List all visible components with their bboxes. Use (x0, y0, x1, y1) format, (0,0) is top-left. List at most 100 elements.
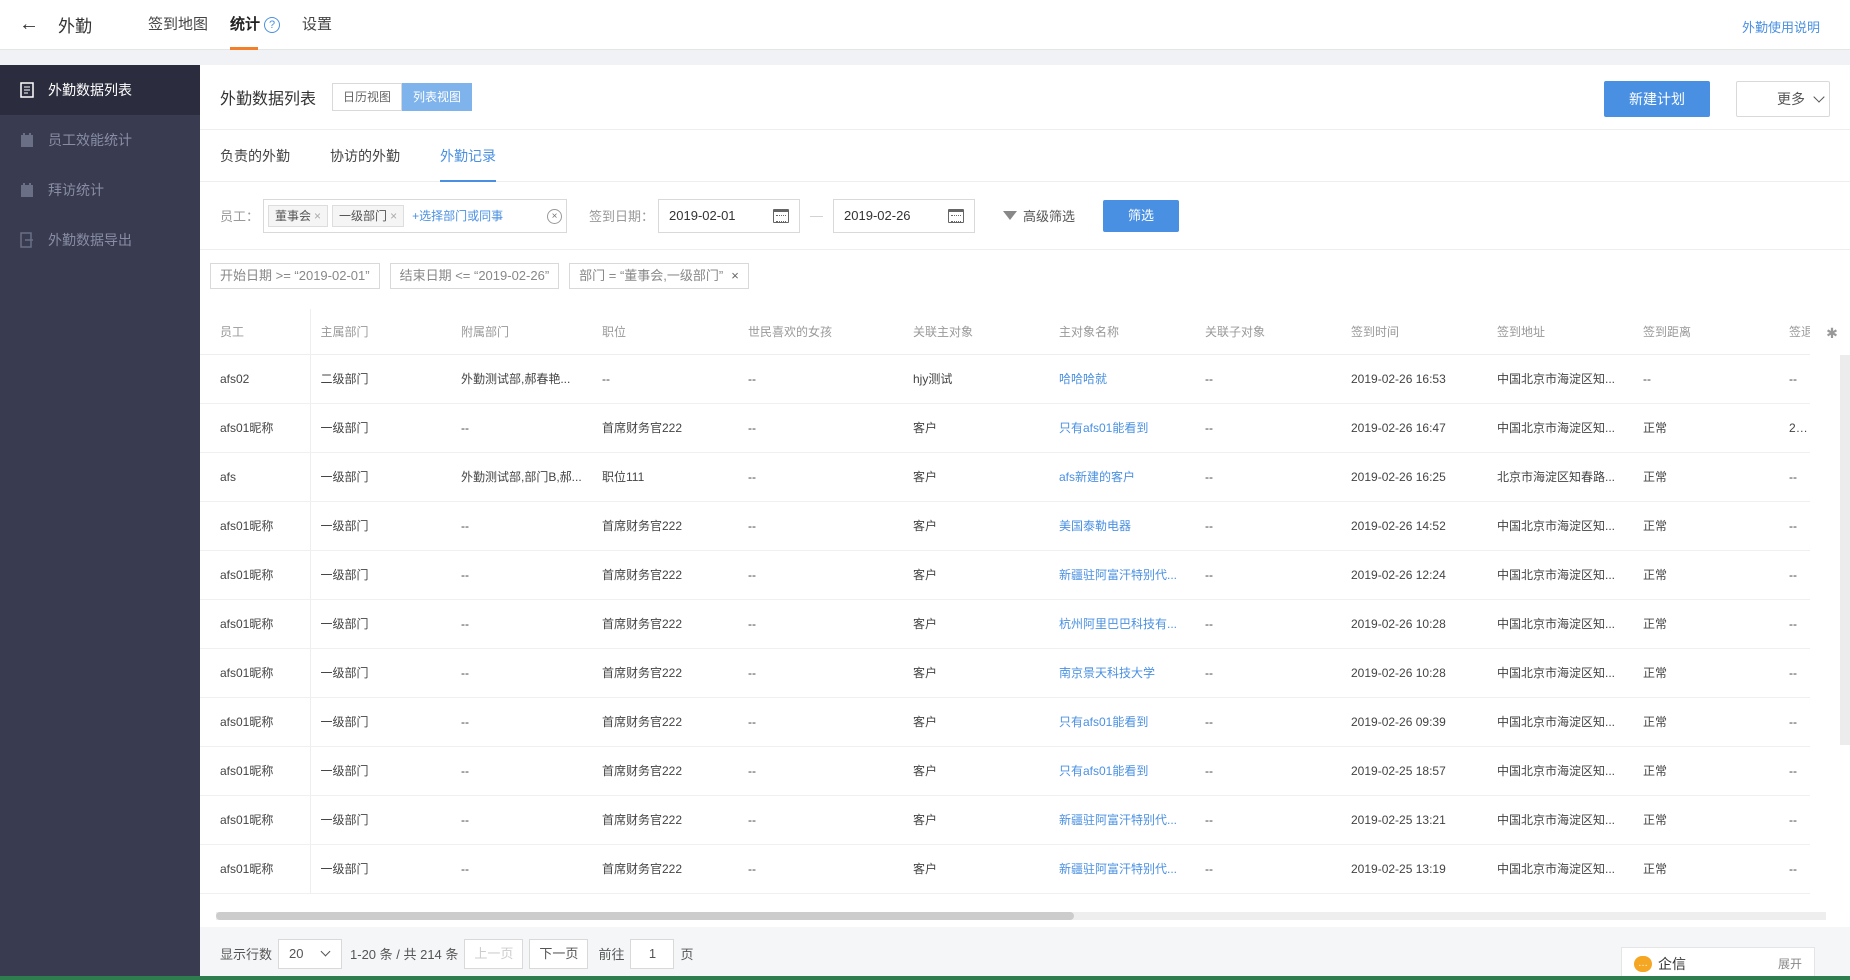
table-cell: 一级部门 (310, 550, 451, 600)
table-cell: -- (1779, 550, 1810, 600)
start-date-input[interactable]: 2019-02-01 (658, 198, 801, 233)
advanced-filter-button[interactable]: 高级筛选 (1003, 206, 1075, 225)
object-name-link[interactable]: 只有afs01能看到 (1049, 697, 1195, 747)
object-name-link[interactable]: 新疆驻阿富汗特别代... (1049, 550, 1195, 600)
table-row[interactable]: afs01昵称 一级部门 -- 首席财务官222 -- 客户 新疆驻阿富汗特别代... -- 2… (200, 844, 1810, 894)
table-cell: 中国北京市海淀区知... (1487, 746, 1633, 796)
help-icon[interactable]: ? (264, 16, 281, 33)
main-panel: 外勤数据列表 日历视图 列表视图 新建计划 更多 负责的外勤 协访的外勤 外勤记… (200, 65, 1850, 980)
table-row[interactable]: afs01昵称 一级部门 -- 首席财务官222 -- 客户 杭州阿里巴巴科技有... -- 2… (200, 599, 1810, 649)
object-name-link[interactable]: 新疆驻阿富汗特别代... (1049, 795, 1195, 845)
table-row[interactable]: afs01昵称 一级部门 -- 首席财务官222 -- 客户 只有afs01能看到 -- 201… (200, 697, 1810, 747)
expand-chat-button[interactable]: 展开 (1778, 955, 1802, 972)
tag-remove-icon[interactable]: × (314, 209, 321, 223)
object-name-link[interactable]: 新疆驻阿富汗特别代... (1049, 844, 1195, 894)
funnel-icon (1003, 211, 1018, 220)
table-cell: 中国北京市海淀区知... (1487, 697, 1633, 747)
horizontal-scrollbar[interactable] (216, 912, 1826, 920)
table-cell: 客户 (903, 599, 1049, 649)
table-cell: 2019-02-25 13:21 (1341, 795, 1487, 845)
table-cell: -- (738, 746, 903, 796)
table-row[interactable]: afs01昵称 一级部门 -- 首席财务官222 -- 客户 只有afs01能看到 -- 201… (200, 746, 1810, 796)
object-name-link[interactable]: 只有afs01能看到 (1049, 403, 1195, 453)
usage-guide-link[interactable]: 外勤使用说明 (1742, 17, 1820, 36)
table-cell: afs01昵称 (200, 550, 311, 600)
filter-button[interactable]: 筛选 (1103, 199, 1180, 232)
tag-remove-icon[interactable]: × (390, 209, 397, 223)
sidebar-item-label: 外勤数据导出 (48, 232, 132, 248)
object-name-link[interactable]: afs新建的客户 (1049, 452, 1195, 502)
chevron-down-icon (320, 946, 331, 956)
table-row[interactable]: afs01昵称 一级部门 -- 首席财务官222 -- 客户 只有afs01能看到 -- 201… (200, 403, 1810, 453)
table-cell: -- (451, 599, 592, 649)
calendar-view-button[interactable]: 日历视图 (332, 83, 403, 111)
column-header: 主属部门 (310, 309, 451, 355)
sidebar-item-efficiency[interactable]: 员工效能统计 (0, 115, 200, 165)
table-row[interactable]: afs 一级部门 外勤测试部,部门B,郝... 职位111 -- 客户 afs新建的客户 --… (200, 452, 1810, 502)
sidebar-item-visit-stats[interactable]: 拜访统计 (0, 165, 200, 215)
table-cell: 外勤测试部,部门B,郝... (451, 452, 592, 502)
nav-sign-map[interactable]: 签到地图 (148, 0, 208, 50)
table-cell: -- (1779, 648, 1810, 698)
table-cell: 一级部门 (310, 746, 451, 796)
table-cell: -- (1195, 844, 1341, 894)
column-settings-icon[interactable]: ✱ (1822, 323, 1842, 343)
table-cell: -- (1779, 354, 1810, 404)
table-cell: 2019-02-26 16:25 (1341, 452, 1487, 502)
object-name-link[interactable]: 哈哈哈就 (1049, 354, 1195, 404)
table-cell: afs01昵称 (200, 501, 311, 551)
end-date-value: 2019-02-26 (844, 207, 911, 223)
object-name-link[interactable]: 美国泰勒电器 (1049, 501, 1195, 551)
table-cell: -- (451, 648, 592, 698)
chat-title: 企信 (1658, 955, 1686, 972)
object-name-link[interactable]: 只有afs01能看到 (1049, 746, 1195, 796)
table-cell: 客户 (903, 550, 1049, 600)
list-view-button[interactable]: 列表视图 (402, 83, 473, 111)
pagination: 显示行数 20 1-20 条 / 共 214 条 上一页 下一页 前往 1 页 (200, 927, 1850, 980)
sidebar-item-data-list[interactable]: 外勤数据列表 (0, 65, 200, 115)
table-cell: -- (451, 550, 592, 600)
view-switch: 日历视图 列表视图 (332, 83, 473, 111)
back-arrow-icon[interactable]: ← (0, 13, 58, 36)
tab-assisted[interactable]: 协访的外勤 (330, 130, 400, 182)
condition-remove-icon[interactable]: × (731, 268, 739, 283)
prev-page-button[interactable]: 上一页 (464, 938, 524, 969)
table-cell: 客户 (903, 697, 1049, 747)
scrollbar-thumb[interactable] (216, 912, 1074, 920)
page-size-select[interactable]: 20 (278, 938, 343, 969)
table-cell: 正常 (1633, 452, 1779, 502)
employee-selector[interactable]: 董事会 × 一级部门 × +选择部门或同事 × (263, 198, 568, 233)
table-row[interactable]: afs02 二级部门 外勤测试部,郝春艳... -- -- hjy测试 哈哈哈就 -- 2019… (200, 354, 1810, 404)
add-department-link[interactable]: +选择部门或同事 (412, 207, 503, 224)
nav-statistics[interactable]: 统计? (230, 0, 281, 50)
table-cell: 客户 (903, 452, 1049, 502)
end-date-input[interactable]: 2019-02-26 (833, 198, 976, 233)
page-number-input[interactable]: 1 (630, 938, 675, 969)
new-plan-button[interactable]: 新建计划 (1604, 81, 1710, 117)
nav-settings[interactable]: 设置 (302, 0, 332, 50)
sidebar-item-export[interactable]: 外勤数据导出 (0, 215, 200, 265)
table-row[interactable]: afs01昵称 一级部门 -- 首席财务官222 -- 客户 新疆驻阿富汗特别代... -- 2… (200, 550, 1810, 600)
condition-chip: 结束日期 <= “2019-02-26” (389, 263, 560, 289)
table-row[interactable]: afs01昵称 一级部门 -- 首席财务官222 -- 客户 南京景天科技大学 -- 2019-… (200, 648, 1810, 698)
table-cell: afs01昵称 (200, 697, 311, 747)
table-cell: -- (1195, 354, 1341, 404)
table-cell: 外勤测试部,郝春艳... (451, 354, 592, 404)
table-row[interactable]: afs01昵称 一级部门 -- 首席财务官222 -- 客户 美国泰勒电器 -- 2019-02… (200, 501, 1810, 551)
table-cell: 中国北京市海淀区知... (1487, 844, 1633, 894)
table-cell: -- (1195, 746, 1341, 796)
object-name-link[interactable]: 南京景天科技大学 (1049, 648, 1195, 698)
table-cell: -- (1195, 697, 1341, 747)
table-cell: 正常 (1633, 550, 1779, 600)
table-cell: -- (1195, 501, 1341, 551)
clear-icon[interactable]: × (547, 208, 563, 224)
more-button[interactable]: 更多 (1736, 81, 1830, 117)
table-cell: -- (738, 648, 903, 698)
tab-responsible[interactable]: 负责的外勤 (220, 130, 290, 182)
tab-records[interactable]: 外勤记录 (440, 130, 496, 182)
next-page-button[interactable]: 下一页 (529, 938, 589, 969)
filter-bar: 员工： 董事会 × 一级部门 × +选择部门或同事 × 签到日期： 2019-02-… (200, 182, 1850, 250)
vertical-scrollbar[interactable] (1840, 355, 1850, 745)
table-row[interactable]: afs01昵称 一级部门 -- 首席财务官222 -- 客户 新疆驻阿富汗特别代... -- 2… (200, 795, 1810, 845)
object-name-link[interactable]: 杭州阿里巴巴科技有... (1049, 599, 1195, 649)
